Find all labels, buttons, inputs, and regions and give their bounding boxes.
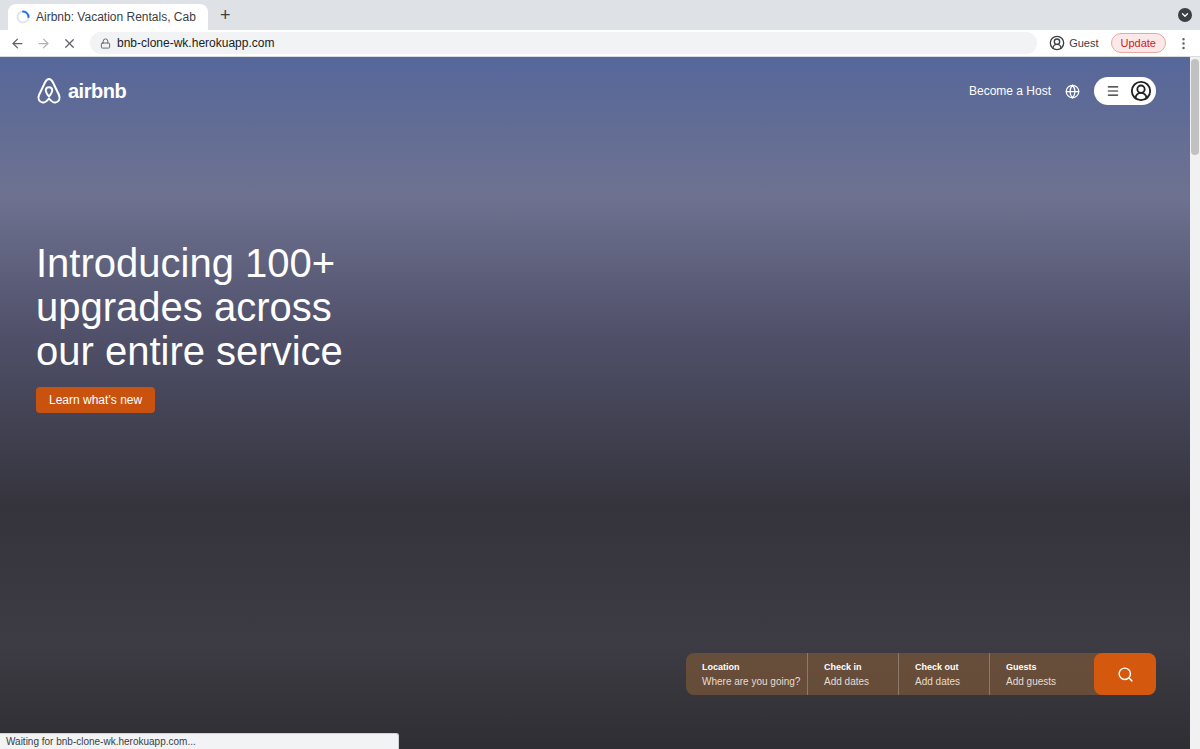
update-button[interactable]: Update [1111, 33, 1166, 53]
hero-title: Introducing 100+upgrades acrossour entir… [36, 241, 1156, 373]
search-field[interactable]: Location Where are you going? [686, 653, 807, 695]
tab-search-button[interactable] [1178, 8, 1192, 22]
scrollbar[interactable] [1190, 57, 1200, 749]
field-label: Location [702, 662, 799, 672]
header-link[interactable]: Become a Host [969, 84, 1051, 98]
user-menu-button[interactable] [1094, 77, 1156, 105]
field-placeholder: Add dates [824, 676, 890, 687]
loading-spinner-icon [16, 10, 30, 24]
forward-button[interactable] [34, 34, 52, 52]
browser-window: Airbnb: Vacation Rentals, Cab + bnb-clone-… [0, 0, 1200, 749]
new-tab-button[interactable]: + [216, 5, 235, 26]
hero-title-line: upgrades across [36, 285, 1156, 329]
address-bar[interactable]: bnb-clone-wk.herokuapp.com [90, 32, 1037, 54]
chevron-down-icon [1180, 10, 1190, 20]
search-button[interactable] [1094, 653, 1156, 695]
lock-icon [100, 38, 111, 49]
profile-button[interactable]: Guest [1045, 35, 1102, 51]
page-viewport: airbnb Become a Host Introducing 100+upgra… [0, 57, 1200, 749]
logo-text: airbnb [68, 80, 126, 103]
more-vertical-icon [1176, 36, 1191, 51]
learn-more-button[interactable]: Learn what’s new [36, 387, 155, 413]
globe-icon [1065, 84, 1080, 99]
field-label: Guests [1006, 662, 1086, 672]
field-placeholder: Add dates [915, 676, 981, 687]
hero-title-line: Introducing 100+ [36, 241, 1156, 285]
browser-toolbar: bnb-clone-wk.herokuapp.com Guest Update [0, 30, 1200, 57]
tab-strip: Airbnb: Vacation Rentals, Cab + [0, 0, 1200, 30]
arrow-right-icon [36, 36, 51, 51]
language-button[interactable] [1065, 84, 1080, 99]
scrollbar-thumb[interactable] [1191, 59, 1199, 155]
hero-title-line: our entire service [36, 329, 1156, 373]
field-placeholder: Add guests [1006, 676, 1086, 687]
status-bubble: Waiting for bnb-clone-wk.herokuapp.com..… [0, 733, 399, 749]
browser-tab[interactable]: Airbnb: Vacation Rentals, Cab [8, 4, 208, 30]
field-placeholder: Where are you going? [702, 676, 799, 687]
site-header: airbnb Become a Host [36, 77, 1156, 105]
stop-icon [62, 36, 77, 51]
search-icon [1117, 666, 1134, 683]
search-field[interactable]: Guests Add guests [989, 653, 1094, 695]
menu-icon [1106, 84, 1120, 98]
tab-title: Airbnb: Vacation Rentals, Cab [36, 10, 196, 24]
field-label: Check in [824, 662, 890, 672]
field-label: Check out [915, 662, 981, 672]
search-field[interactable]: Check out Add dates [898, 653, 989, 695]
search-field[interactable]: Check in Add dates [807, 653, 898, 695]
arrow-left-icon [10, 36, 25, 51]
stop-button[interactable] [60, 34, 78, 52]
user-icon [1049, 35, 1065, 51]
site-logo[interactable]: airbnb [36, 77, 126, 105]
search-bar: Location Where are you going? Check in Add … [686, 653, 1156, 695]
avatar-icon [1130, 80, 1152, 102]
back-button[interactable] [8, 34, 26, 52]
menu-button[interactable] [1174, 34, 1192, 52]
hero-section: airbnb Become a Host Introducing 100+upgra… [0, 57, 1190, 749]
airbnb-logo-icon [36, 77, 62, 105]
address-text: bnb-clone-wk.herokuapp.com [117, 36, 274, 50]
profile-name: Guest [1069, 37, 1098, 49]
